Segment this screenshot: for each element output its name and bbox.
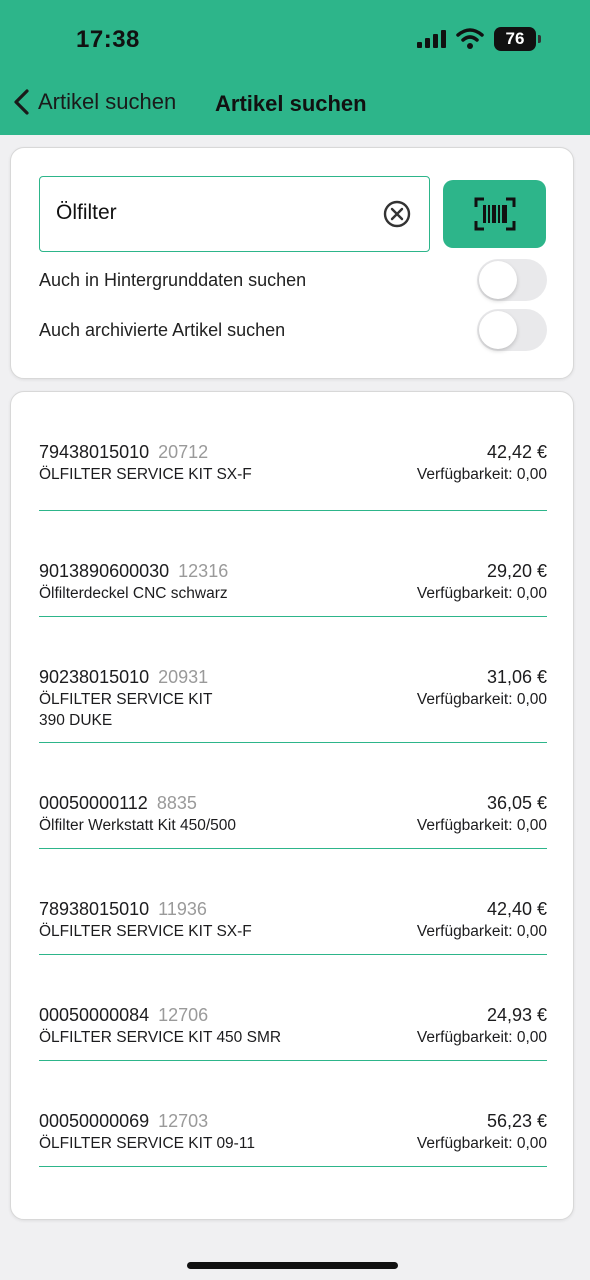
toggle-knob — [479, 311, 517, 349]
article-price: 36,05 € — [486, 793, 547, 813]
article-number: 79438015010 — [39, 442, 150, 462]
toggle-label-archived: Auch archivierte Artikel suchen — [39, 319, 286, 340]
home-indicator[interactable] — [187, 1262, 398, 1269]
search-input[interactable] — [56, 177, 376, 249]
result-item[interactable]: 78938015010 11936 ÖLFILTER SERVICE KIT S… — [39, 849, 547, 955]
article-number: 9013890600030 — [39, 561, 170, 581]
article-availability: Verfügbarkeit: 0,00 — [416, 466, 547, 483]
page-title: Artikel suchen — [215, 91, 367, 116]
toggle-archived[interactable] — [477, 309, 547, 351]
article-availability: Verfügbarkeit: 0,00 — [416, 585, 547, 602]
chevron-left-icon — [14, 89, 29, 115]
barcode-icon — [474, 197, 515, 231]
article-name: ÖLFILTER SERVICE KIT SX-F — [39, 923, 252, 940]
article-name: ÖLFILTER SERVICE KIT — [39, 691, 213, 708]
article-id: 12703 — [158, 1111, 209, 1131]
search-card: Auch in Hintergrunddaten suchen Auch arc… — [10, 147, 574, 379]
back-button[interactable]: Artikel suchen — [12, 88, 176, 116]
article-availability: Verfügbarkeit: 0,00 — [416, 691, 547, 708]
result-item[interactable]: 9013890600030 12316 Ölfilterdeckel CNC s… — [39, 511, 547, 617]
wifi-icon — [456, 28, 484, 49]
article-name: ÖLFILTER SERVICE KIT 09-11 — [39, 1135, 255, 1152]
article-price: 42,40 € — [486, 899, 547, 919]
article-name: Ölfilter Werkstatt Kit 450/500 — [39, 817, 236, 834]
result-item[interactable]: 00050000069 12703 ÖLFILTER SERVICE KIT 0… — [39, 1061, 547, 1167]
article-number: 78938015010 — [39, 899, 150, 919]
article-name-line-2: 390 DUKE — [39, 712, 113, 729]
article-price: 42,42 € — [486, 442, 547, 462]
article-availability: Verfügbarkeit: 0,00 — [416, 1029, 547, 1046]
toggle-background-data[interactable] — [477, 259, 547, 301]
article-id: 12706 — [158, 1005, 209, 1025]
article-price: 24,93 € — [486, 1005, 547, 1025]
article-availability: Verfügbarkeit: 0,00 — [416, 1135, 547, 1152]
result-item[interactable]: 79438015010 20712 ÖLFILTER SERVICE KIT S… — [39, 392, 547, 511]
article-id: 20712 — [158, 442, 209, 462]
app-header: 17:38 76 Artikel suchen Artikel suchen — [0, 0, 590, 135]
article-id: 11936 — [158, 899, 207, 919]
status-time: 17:38 — [76, 26, 140, 53]
cellular-signal-icon — [417, 30, 446, 48]
back-label: Artikel suchen — [38, 89, 177, 114]
article-availability: Verfügbarkeit: 0,00 — [416, 817, 547, 834]
article-number: 90238015010 — [39, 667, 150, 687]
article-price: 29,20 € — [486, 561, 547, 581]
results-card: 79438015010 20712 ÖLFILTER SERVICE KIT S… — [10, 391, 574, 1220]
result-item[interactable]: 00050000084 12706 ÖLFILTER SERVICE KIT 4… — [39, 955, 547, 1061]
result-item[interactable]: 00050000112 8835 Ölfilter Werkstatt Kit … — [39, 743, 547, 849]
result-list: 79438015010 20712 ÖLFILTER SERVICE KIT S… — [39, 392, 547, 1167]
article-number: 00050000112 — [39, 793, 148, 813]
article-name: ÖLFILTER SERVICE KIT 450 SMR — [39, 1029, 282, 1046]
article-name: Ölfilterdeckel CNC schwarz — [39, 585, 228, 602]
article-id: 12316 — [178, 561, 229, 581]
barcode-scan-button[interactable] — [443, 180, 546, 248]
article-number: 00050000084 — [39, 1005, 150, 1025]
article-price: 56,23 € — [486, 1111, 547, 1131]
article-name: ÖLFILTER SERVICE KIT SX-F — [39, 466, 252, 483]
battery-indicator: 76 — [494, 27, 541, 51]
status-icons: 76 — [416, 27, 541, 51]
toggle-row-background-data: Auch in Hintergrunddaten suchen — [39, 258, 547, 302]
article-id: 20931 — [158, 667, 209, 687]
article-availability: Verfügbarkeit: 0,00 — [416, 923, 547, 940]
search-field — [39, 176, 430, 252]
toggle-row-archived: Auch archivierte Artikel suchen — [39, 308, 547, 352]
result-item[interactable]: 90238015010 20931 ÖLFILTER SERVICE KIT 3… — [39, 617, 547, 743]
article-price: 31,06 € — [486, 667, 547, 687]
article-number: 00050000069 — [39, 1111, 150, 1131]
toggle-label-background-data: Auch in Hintergrunddaten suchen — [39, 269, 307, 290]
article-id: 8835 — [156, 793, 197, 813]
toggle-knob — [479, 261, 517, 299]
clear-search-icon[interactable] — [383, 200, 411, 228]
